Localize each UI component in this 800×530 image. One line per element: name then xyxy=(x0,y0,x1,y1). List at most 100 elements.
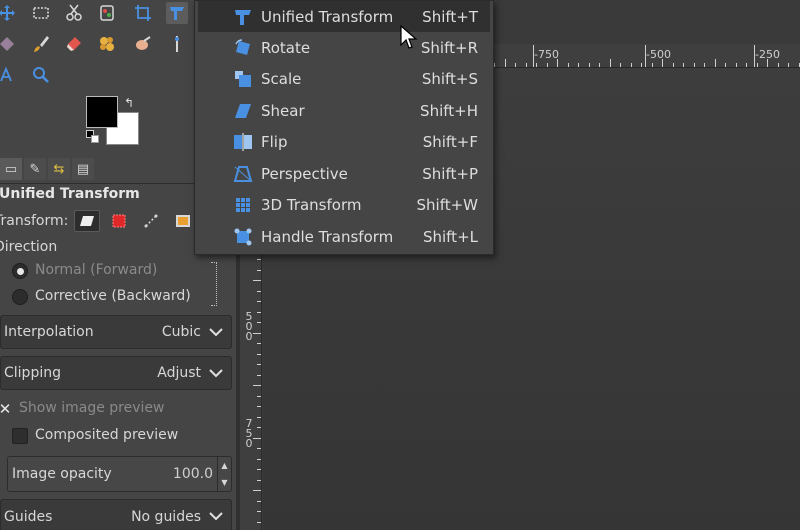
ruler-tick xyxy=(693,63,695,67)
composited-preview-label: Composited preview xyxy=(35,427,179,443)
clipping-label: Clipping xyxy=(4,365,61,381)
scissors-icon[interactable] xyxy=(63,2,85,24)
menu-item-flip[interactable]: Flip Shift+F xyxy=(198,126,490,157)
direction-normal-radio[interactable] xyxy=(12,263,28,279)
menu-item-perspective[interactable]: Perspective Shift+P xyxy=(198,158,490,189)
ruler-tick xyxy=(257,353,261,355)
transform-layer-button[interactable] xyxy=(74,210,101,232)
fuzzy-select-icon[interactable] xyxy=(96,2,118,24)
opacity-spinner[interactable]: ▲ ▼ xyxy=(217,457,231,491)
ruler-tick xyxy=(683,63,684,67)
direction-normal-label: Normal (Forward) xyxy=(35,262,158,278)
ruler-tick xyxy=(257,416,261,418)
menu-item-handle-transform[interactable]: Handle Transform Shift+L xyxy=(198,221,490,252)
images-tab-icon[interactable]: ▤ xyxy=(72,158,94,180)
dodge-icon[interactable] xyxy=(166,33,188,55)
menu-item-shear[interactable]: Shear Shift+H xyxy=(198,95,490,126)
spin-down-icon[interactable]: ▼ xyxy=(221,478,227,487)
menu-item-label: Flip xyxy=(261,132,288,151)
unified-transform-tool-icon[interactable] xyxy=(166,2,188,24)
composited-preview-checkbox[interactable] xyxy=(12,428,28,444)
ruler-tick xyxy=(567,63,569,67)
smudge-icon[interactable] xyxy=(132,33,154,55)
ruler-tick xyxy=(714,59,716,67)
reset-colors-icon[interactable] xyxy=(86,130,100,144)
ruler-tick xyxy=(641,63,642,67)
ruler-tick xyxy=(620,63,621,67)
show-preview-checkbox[interactable]: ✕ xyxy=(0,400,13,418)
menu-item-label: Shear xyxy=(261,101,305,120)
spin-up-icon[interactable]: ▲ xyxy=(221,461,227,470)
rect-select-icon[interactable] xyxy=(30,2,52,24)
menu-item-3d-transform[interactable]: 3D Transform Shift+W xyxy=(198,189,490,220)
menu-item-label: Scale xyxy=(261,69,302,88)
device-status-tab-icon[interactable]: ✎ xyxy=(24,158,46,180)
transform-image-button[interactable] xyxy=(170,210,196,232)
ruler-tick xyxy=(578,63,579,67)
ruler-tick xyxy=(756,63,758,67)
perspective-icon xyxy=(232,163,254,185)
ruler-tick xyxy=(257,311,261,313)
menu-item-scale[interactable]: Scale Shift+S xyxy=(198,63,490,94)
scale-icon xyxy=(232,68,254,90)
ruler-tick xyxy=(257,406,261,407)
ruler-tick xyxy=(504,59,506,67)
guides-label: Guides xyxy=(4,508,53,525)
ruler-tick xyxy=(788,63,789,67)
direction-corrective-label: Corrective (Backward) xyxy=(35,288,191,304)
transform-mode-row: Transform: xyxy=(0,210,196,232)
warp-icon[interactable] xyxy=(0,33,18,55)
image-opacity-field[interactable]: Image opacity 100.0 ▲ ▼ xyxy=(7,456,232,492)
undo-history-tab-icon[interactable]: ⇆ xyxy=(48,158,70,180)
clipping-dropdown[interactable]: Clipping Adjust xyxy=(0,356,232,390)
ruler-tick xyxy=(257,364,261,365)
menu-item-shortcut: Shift+P xyxy=(422,164,478,183)
move-icon[interactable] xyxy=(0,2,18,24)
menu-item-label: Perspective xyxy=(261,164,348,183)
ruler-tick xyxy=(253,437,261,439)
transform-selection-button[interactable] xyxy=(106,210,132,232)
menu-item-unified-transform[interactable]: Unified Transform Shift+T xyxy=(198,1,490,32)
ruler-tick xyxy=(735,63,737,67)
ruler-tick xyxy=(257,259,261,260)
transform-path-button[interactable] xyxy=(138,210,164,232)
chevron-down-icon xyxy=(209,512,223,521)
direction-corrective-radio[interactable] xyxy=(12,289,28,305)
chevron-down-icon xyxy=(209,327,223,336)
shear-icon xyxy=(232,100,254,122)
menu-item-shortcut: Shift+W xyxy=(416,195,479,214)
zoom-icon[interactable] xyxy=(30,64,52,86)
menu-item-rotate[interactable]: Rotate Shift+R xyxy=(198,32,490,63)
foreground-color[interactable] xyxy=(86,96,118,128)
ruler-tick xyxy=(525,63,527,67)
ruler-tick xyxy=(253,332,261,334)
paintbrush-icon[interactable] xyxy=(30,33,52,55)
ruler-tick xyxy=(798,63,800,67)
ruler-tick xyxy=(746,63,747,67)
transform-label: Transform: xyxy=(0,213,69,229)
ruler-tick xyxy=(257,458,261,460)
chain-link-icon[interactable] xyxy=(211,262,217,306)
ruler-tick xyxy=(257,479,261,481)
tool-options-tab-icon[interactable]: ▭ xyxy=(0,158,22,180)
rotate-icon xyxy=(232,37,254,59)
chevron-down-icon xyxy=(209,368,223,377)
menu-item-shortcut: Shift+S xyxy=(421,69,478,88)
eraser-icon[interactable] xyxy=(63,33,85,55)
swap-colors-icon[interactable]: ↰ xyxy=(124,96,134,110)
menu-item-shortcut: Shift+L xyxy=(422,227,478,246)
interpolation-dropdown[interactable]: Interpolation Cubic xyxy=(0,315,232,349)
ruler-tick xyxy=(672,63,674,67)
crop-icon[interactable] xyxy=(132,2,154,24)
ruler-tick xyxy=(257,269,261,271)
guides-dropdown[interactable]: Guides No guides xyxy=(0,499,232,530)
ruler-tick xyxy=(253,490,261,491)
3d-transform-icon xyxy=(232,194,254,216)
heal-icon[interactable] xyxy=(96,33,118,55)
ruler-tick xyxy=(630,63,632,67)
menu-item-shortcut: Shift+T xyxy=(422,7,478,26)
mouse-cursor-icon xyxy=(400,25,418,49)
text-icon[interactable] xyxy=(0,64,18,86)
unified-transform-icon xyxy=(232,6,254,28)
ruler-tick xyxy=(609,59,611,67)
